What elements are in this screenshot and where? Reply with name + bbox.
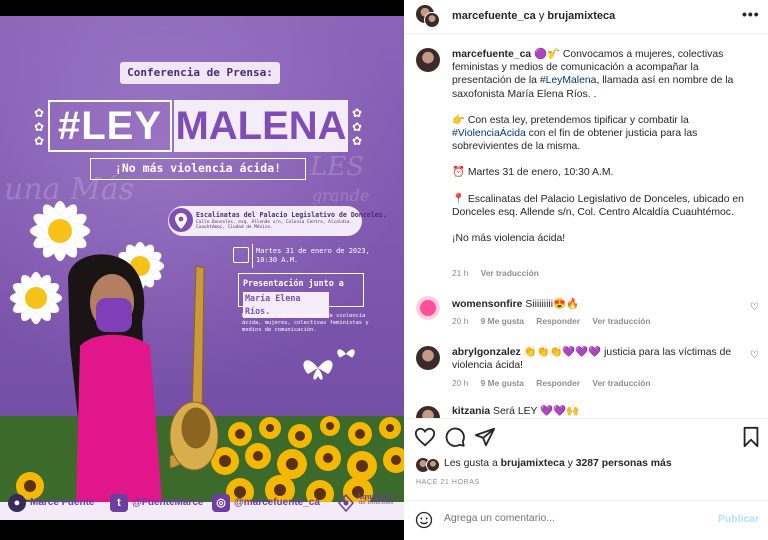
comment: kitzania Será LEY 💜💜🙌 [452,405,742,418]
aquelarre-logo [338,494,354,512]
caption-time-line: ⏰ Martes 31 de enero, 10:30 A.M. [452,167,614,179]
org-name: Aquelarre de Donceles [356,493,396,506]
caption-text: 👉 Con esta ley, pretendemos tipificar y … [452,114,689,126]
hashtag-link[interactable]: #ViolenciaÁcida [452,128,526,139]
caption-emoji: 🟣🎷 [534,49,560,60]
location-detail: Calle Donceles, esq. Allende s/n, Coloni… [196,220,350,231]
daisy-icon: ✿ [34,134,45,148]
like-heart-icon[interactable] [414,426,436,448]
comment-author[interactable]: womensonfire [452,299,522,310]
presentation-box: Presentación junto a María Elena Ríos. [238,273,364,318]
caption-author[interactable]: marcefuente_ca [452,49,531,60]
event-time-line: 10:30 A.M. [256,256,299,264]
event-poster: una Más LES grande Conferencia de Prensa… [0,16,404,520]
avatar[interactable] [416,296,440,320]
authors-conj: y [538,10,545,22]
footer-name: Marce Fuente [30,497,95,508]
daisy-icon: ✿ [34,106,45,120]
org-line2: de Donceles [358,500,394,506]
comment-likes[interactable]: 9 Me gusta [481,378,524,388]
post-side-panel: marcefuente_ca y brujamixteca ••• marcef… [404,0,768,540]
comment-meta: 20 h 9 Me gusta Responder Ver traducción [452,316,651,326]
likes-count-link[interactable]: 3287 personas más [576,458,672,469]
presentation-line: Presentación junto a [243,278,344,288]
calendar-icon [233,247,249,263]
press-conference-label: Conferencia de Prensa: [120,62,280,84]
saxophone [169,265,219,471]
daisy-left [29,200,91,262]
caption-timestamp[interactable]: 21 h [452,268,468,278]
likes-conj: y [567,458,573,469]
likes-summary: Les gusta a brujamixteca y 3287 personas… [444,458,672,469]
avatar[interactable] [416,346,440,370]
avatar[interactable] [416,48,440,72]
like-comment-icon[interactable]: ♡ [750,350,759,361]
caption-location-line: 📍 Escalinatas del Palacio Legislativo de… [452,193,744,218]
likes-prefix: Les gusta a [444,458,498,469]
translate-link[interactable]: Ver traducción [481,268,539,278]
location-pin-icon [169,208,193,232]
comment-likes[interactable]: 9 Me gusta [481,316,524,326]
event-date: Martes 31 de enero de 2023, 10:30 A.M. [256,247,370,265]
author-link[interactable]: brujamixteca [547,10,615,22]
comment-author[interactable]: kitzania [452,406,490,417]
avatar[interactable] [424,12,440,28]
location-title: Escalinatas del Palacio Legislativo de D… [196,211,387,219]
daisy-left-2 [9,271,63,325]
caption-slogan: ¡No más violencia ácida! [452,233,566,245]
butterfly [337,349,355,358]
likes-user-link[interactable]: brujamixteca [501,458,565,469]
share-icon[interactable] [474,426,496,448]
avatar[interactable] [426,458,440,472]
person-icon: ● [8,494,26,512]
comment: abrylgonzalez 👏👏👏💜💜💜 justicia para las v… [452,346,742,372]
daisy-icon: ✿ [352,106,363,120]
post-authors: marcefuente_ca y brujamixteca [452,10,615,22]
post-caption: marcefuente_ca 🟣🎷 Convocamos a mujeres, … [452,48,752,245]
like-comment-icon[interactable]: ♡ [750,302,759,313]
more-options-icon[interactable]: ••• [742,6,760,22]
audience-text: Dirigido a sobrevivientes de violencia á… [242,313,369,333]
slogan: ¡No más violencia ácida! [90,158,306,180]
reply-link[interactable]: Responder [536,378,580,388]
comment-input[interactable] [444,513,704,524]
flowers-illustration [0,200,404,508]
caption-meta: 21 h Ver traducción [452,268,539,278]
event-date-line: Martes 31 de enero de 2023, [256,247,370,255]
post-media[interactable]: una Más LES grande Conferencia de Prensa… [0,0,404,540]
comment-time[interactable]: 20 h [452,316,468,326]
comment-author[interactable]: abrylgonzalez [452,347,521,358]
hashtag-link[interactable]: #LeyMalena [540,75,597,86]
woman-portrait [68,254,162,502]
translate-link[interactable]: Ver traducción [592,316,650,326]
reply-link[interactable]: Responder [536,316,580,326]
author-link[interactable]: marcefuente_ca [452,10,536,22]
save-bookmark-icon[interactable] [740,426,762,448]
butterfly [303,360,333,380]
twitter-icon: t [110,494,128,512]
daisy-icon: ✿ [34,120,45,134]
comment-text: Siiiiiiiii😍🔥 [525,299,579,310]
avatar[interactable] [416,406,440,418]
comment-time[interactable]: 20 h [452,378,468,388]
comment-text: Será LEY 💜💜🙌 [493,406,580,417]
post-header: marcefuente_ca y brujamixteca ••• [404,0,768,34]
daisy-icon: ✿ [352,134,363,148]
footer-instagram: @marcefuente_ca [234,497,320,508]
comment-clip: kitzania Será LEY 💜💜🙌 [404,402,768,418]
publish-button[interactable]: Publicar [718,514,759,525]
daisy-icon: ✿ [352,120,363,134]
translate-link[interactable]: Ver traducción [592,378,650,388]
comment-icon[interactable] [444,426,466,448]
comment-meta: 20 h 9 Me gusta Responder Ver traducción [452,378,651,388]
ley-hashtag: #LEY [48,100,172,152]
emoji-icon[interactable] [415,511,433,529]
comment: womensonfire Siiiiiiiii😍🔥 [452,298,742,311]
footer-twitter: @FuenteMarce [132,497,204,508]
post-age[interactable]: HACE 21 HORAS [416,479,480,486]
instagram-icon: ◎ [212,494,230,512]
malena-title: MALENA [174,100,348,152]
